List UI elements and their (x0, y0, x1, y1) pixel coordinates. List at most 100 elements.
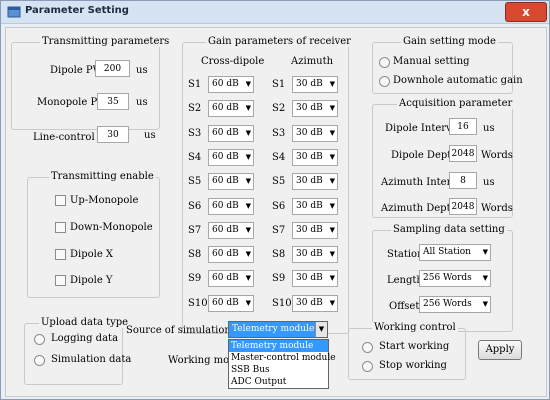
checkbox-label: Up-Monopole (70, 195, 139, 206)
chevron-down-icon[interactable]: ▼ (246, 223, 251, 238)
chevron-down-icon[interactable]: ▼ (330, 199, 335, 214)
chevron-down-icon[interactable]: ▼ (246, 126, 251, 141)
select-value: 60 dB (212, 127, 239, 138)
chevron-down-icon[interactable]: ▼ (315, 322, 327, 337)
simulation-source-select[interactable]: Telemetry module ▼ (228, 321, 328, 338)
checkbox-box[interactable] (55, 275, 66, 286)
radio-button[interactable] (379, 57, 390, 68)
cross-dipole-gain-select[interactable]: 60 dB ▼ (208, 246, 254, 264)
radio-label: Start working (379, 341, 450, 352)
checkbox-box[interactable] (55, 249, 66, 260)
dropdown-option-adc-output[interactable]: ADC Output (229, 376, 328, 388)
chevron-down-icon[interactable]: ▼ (246, 101, 251, 116)
chevron-down-icon[interactable]: ▼ (483, 297, 488, 312)
azimuth-row-label: S5 (272, 176, 286, 188)
checkbox-label: Dipole X (70, 249, 114, 260)
chevron-down-icon[interactable]: ▼ (483, 245, 488, 260)
upload-data-type-group: Upload data type Logging data Simulation… (24, 317, 131, 385)
azimuth-gain-select[interactable]: 30 dB ▼ (292, 221, 338, 239)
chevron-down-icon[interactable]: ▼ (483, 271, 488, 286)
cross-dipole-gain-select[interactable]: 60 dB ▼ (208, 148, 254, 166)
chevron-down-icon[interactable]: ▼ (246, 247, 251, 262)
select-value: 30 dB (296, 200, 323, 211)
radio-button[interactable] (379, 76, 390, 87)
select-value: 30 dB (296, 297, 323, 308)
dropdown-option-master-control-module[interactable]: Master-control module (229, 352, 336, 364)
azimuth-gain-select[interactable]: 30 dB ▼ (292, 270, 338, 288)
chevron-down-icon[interactable]: ▼ (246, 77, 251, 92)
chevron-down-icon[interactable]: ▼ (330, 296, 335, 311)
select-value: 30 dB (296, 176, 323, 187)
dipole-depth-input[interactable]: 2048 (449, 145, 477, 162)
cross-dipole-gain-select[interactable]: 60 dB ▼ (208, 221, 254, 239)
chevron-down-icon[interactable]: ▼ (330, 101, 335, 116)
cross-dipole-row-label: S3 (188, 127, 202, 139)
azimuth-gain-select[interactable]: 30 dB ▼ (292, 124, 338, 142)
azimuth-interval-input[interactable]: 8 (449, 172, 477, 189)
radio-button[interactable] (362, 361, 373, 372)
checkbox-box[interactable] (55, 195, 66, 206)
chevron-down-icon[interactable]: ▼ (330, 223, 335, 238)
azimuth-gain-select[interactable]: 30 dB ▼ (292, 173, 338, 191)
radio-button[interactable] (34, 334, 45, 345)
cross-dipole-gain-select[interactable]: 60 dB ▼ (208, 100, 254, 118)
cross-dipole-gain-select[interactable]: 60 dB ▼ (208, 197, 254, 215)
apply-button[interactable]: Apply (478, 340, 522, 360)
line-control-t-input[interactable]: 30 (97, 126, 129, 143)
group-title: Transmitting enable (49, 171, 156, 182)
chevron-down-icon[interactable]: ▼ (246, 296, 251, 311)
azimuth-gain-select[interactable]: 30 dB ▼ (292, 100, 338, 118)
azimuth-interval-unit: us (483, 177, 495, 188)
azimuth-depth-input[interactable]: 2048 (449, 198, 477, 215)
chevron-down-icon[interactable]: ▼ (246, 174, 251, 189)
app-icon (7, 6, 21, 18)
radio-label: Simulation data (51, 354, 132, 365)
cross-dipole-gain-select[interactable]: 60 dB ▼ (208, 173, 254, 191)
azimuth-gain-select[interactable]: 30 dB ▼ (292, 246, 338, 264)
group-title: Acquisition parameter (397, 98, 515, 109)
azimuth-label: Azimuth (291, 56, 334, 67)
dropdown-option-ssb-bus[interactable]: SSB Bus (229, 364, 328, 376)
chevron-down-icon[interactable]: ▼ (246, 271, 251, 286)
client-area: Transmitting parameters Dipole PW 200 us… (5, 27, 547, 397)
offset-select[interactable]: 256 Words ▼ (419, 296, 491, 313)
chevron-down-icon[interactable]: ▼ (330, 271, 335, 286)
chevron-down-icon[interactable]: ▼ (246, 150, 251, 165)
select-value: 60 dB (212, 79, 239, 89)
chevron-down-icon[interactable]: ▼ (330, 247, 335, 262)
monopole-pw-input[interactable]: 35 (97, 93, 129, 110)
dropdown-option-telemetry-module[interactable]: Telemetry module (229, 340, 328, 352)
dipole-interval-input[interactable]: 16 (449, 118, 477, 135)
group-title: Gain setting mode (401, 36, 498, 47)
station-select[interactable]: All Station ▼ (419, 244, 491, 261)
radio-button[interactable] (362, 342, 373, 353)
chevron-down-icon[interactable]: ▼ (330, 150, 335, 165)
line-control-t-unit: us (144, 130, 156, 141)
radio-button[interactable] (34, 355, 45, 366)
select-value: 60 dB (212, 224, 239, 235)
chevron-down-icon[interactable]: ▼ (330, 126, 335, 141)
azimuth-gain-select[interactable]: 30 dB ▼ (292, 294, 338, 312)
length-select[interactable]: 256 Words ▼ (419, 270, 491, 287)
cross-dipole-gain-select[interactable]: 60 dB ▼ (208, 124, 254, 142)
azimuth-gain-select[interactable]: 30 dB ▼ (292, 197, 338, 215)
checkbox-box[interactable] (55, 222, 66, 233)
azimuth-gain-select[interactable]: 30 dB ▼ (292, 76, 338, 93)
dipole-pw-input[interactable]: 200 (95, 60, 130, 77)
close-button[interactable]: x (505, 2, 547, 22)
select-value: 30 dB (296, 224, 323, 235)
cross-dipole-row-label: S4 (188, 151, 202, 163)
azimuth-row-label: S3 (272, 127, 286, 139)
chevron-down-icon[interactable]: ▼ (330, 174, 335, 189)
cross-dipole-gain-select[interactable]: 60 dB ▼ (208, 270, 254, 288)
radio-label: Downhole automatic gain (393, 75, 523, 86)
chevron-down-icon[interactable]: ▼ (246, 199, 251, 214)
select-value: 60 dB (212, 249, 239, 260)
dipole-interval-unit: us (483, 123, 495, 134)
acquisition-parameter-group: Acquisition parameter Dipole Interval 16… (372, 98, 515, 218)
cross-dipole-gain-select[interactable]: 60 dB ▼ (208, 76, 254, 93)
chevron-down-icon[interactable]: ▼ (330, 77, 335, 92)
select-value: 30 dB (296, 127, 323, 138)
cross-dipole-gain-select[interactable]: 60 dB ▼ (208, 294, 254, 312)
azimuth-gain-select[interactable]: 30 dB ▼ (292, 148, 338, 166)
